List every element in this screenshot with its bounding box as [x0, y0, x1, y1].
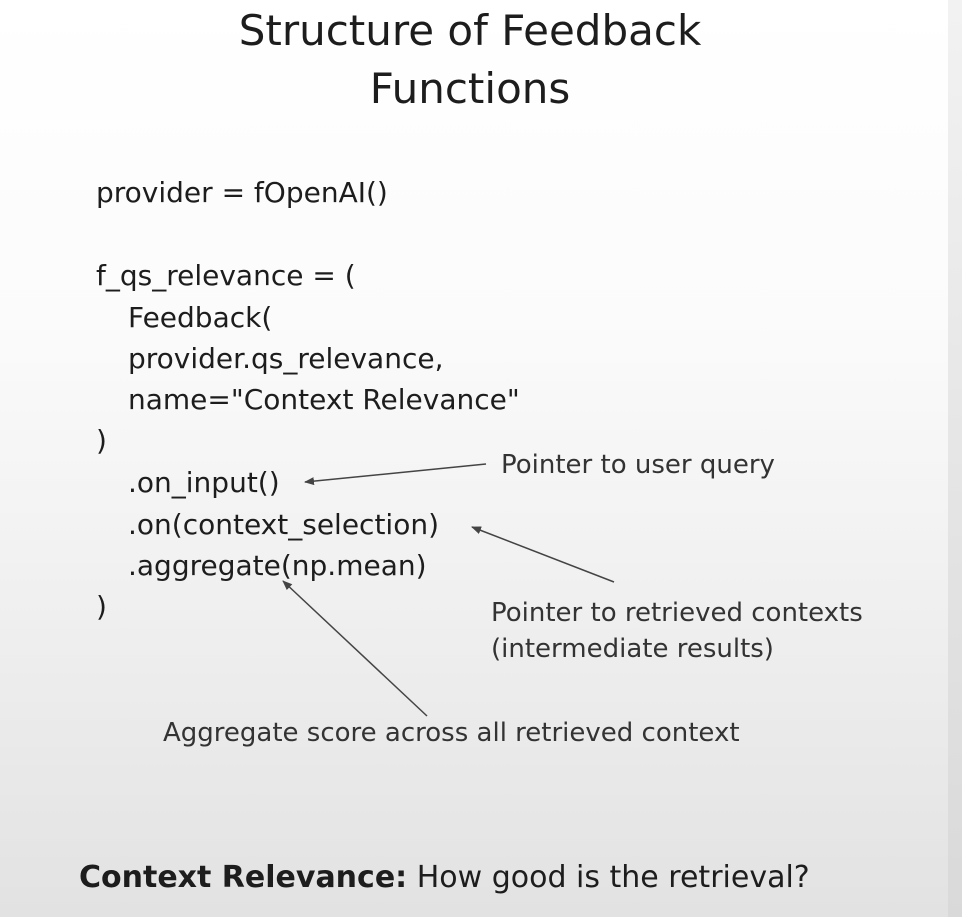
arrow-to-on-context-selection [471, 526, 615, 583]
arrow-to-aggregate [282, 580, 428, 717]
footer-text: How good is the retrieval? [407, 860, 810, 895]
annotation-arrows [282, 463, 615, 717]
footer-bold-label: Context Relevance: [79, 860, 408, 895]
arrow-to-on-input [304, 463, 487, 486]
footer-statement: Context Relevance: How good is the retri… [79, 858, 810, 898]
